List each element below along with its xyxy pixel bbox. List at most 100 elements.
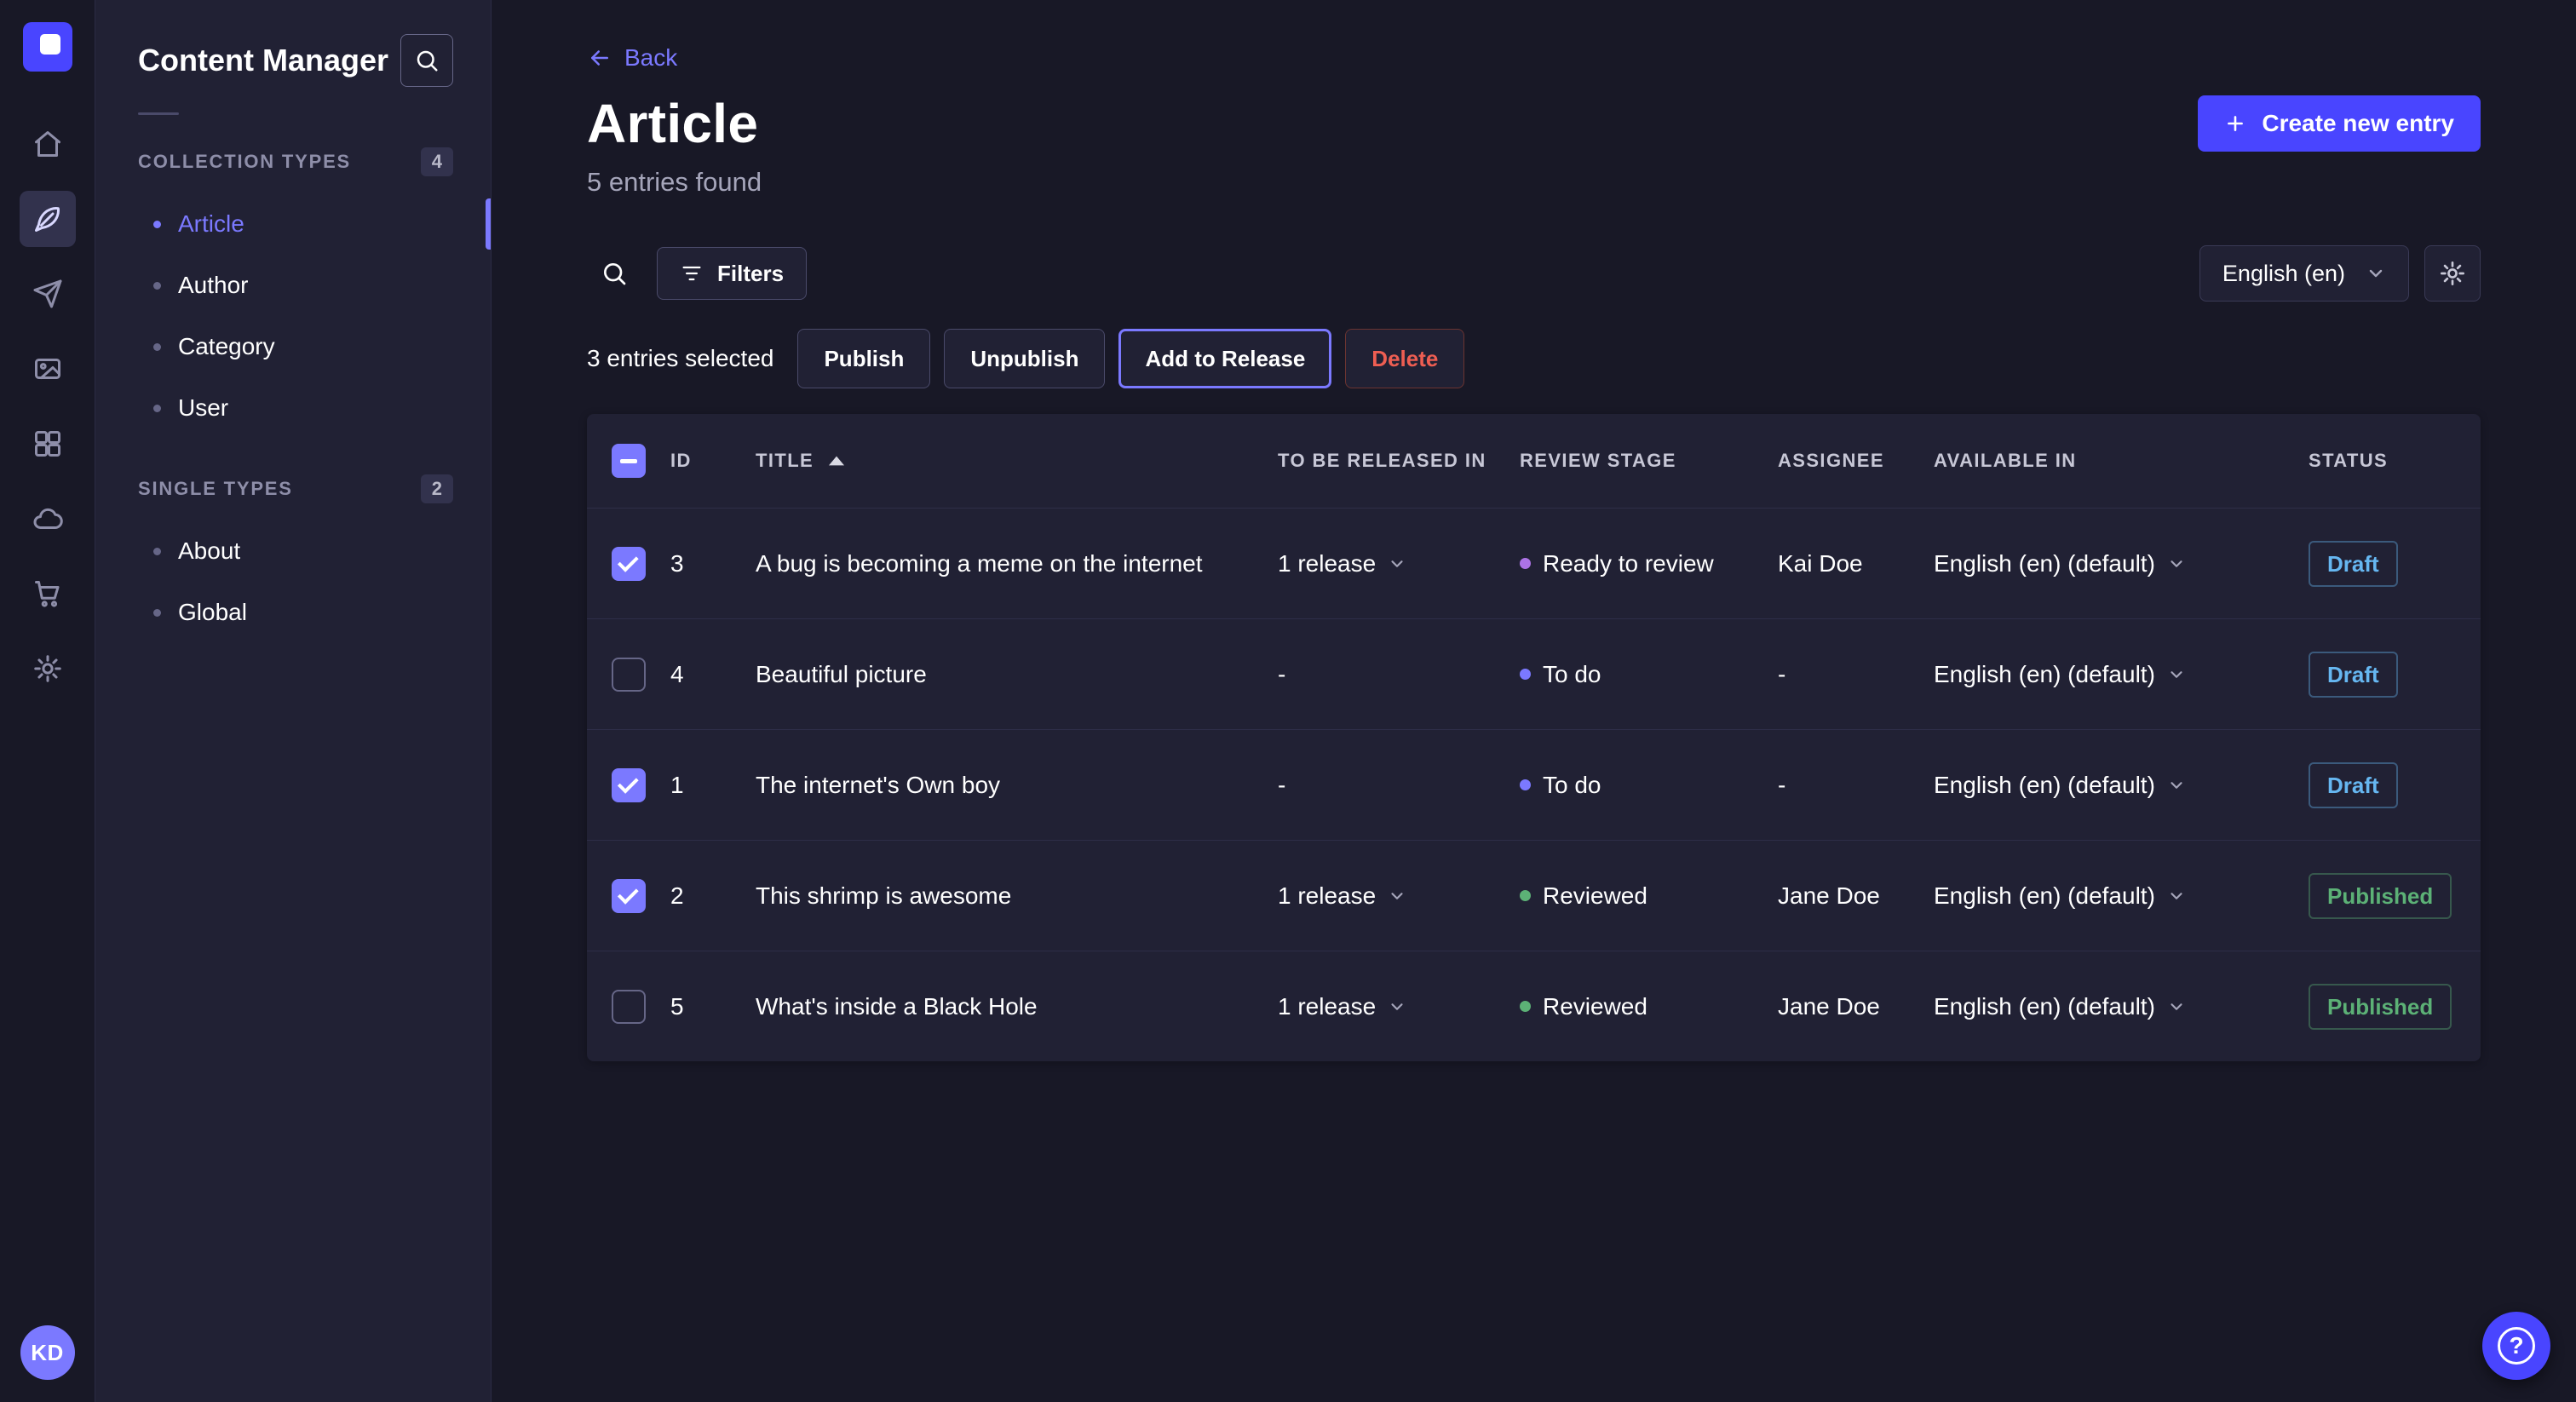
nav-home-button[interactable]: [20, 116, 76, 172]
help-button[interactable]: ?: [2482, 1312, 2550, 1380]
chevron-down-icon[interactable]: [1388, 887, 1406, 905]
stage-label: Reviewed: [1543, 882, 1647, 910]
user-avatar[interactable]: KD: [20, 1325, 75, 1380]
release-value: 1 release: [1278, 993, 1376, 1020]
column-header-available-in[interactable]: AVAILABLE IN: [1934, 450, 2309, 472]
column-header-title-label: TITLE: [756, 450, 814, 472]
chevron-down-icon[interactable]: [2167, 887, 2186, 905]
column-header-id[interactable]: ID: [670, 450, 756, 472]
entries-search-button[interactable]: [587, 246, 641, 301]
sidebar-item-author[interactable]: Author: [138, 255, 453, 316]
cell-status: Draft: [2309, 762, 2481, 808]
entries-count-text: 5 entries found: [587, 167, 762, 198]
sidebar-item-article[interactable]: Article: [138, 193, 453, 255]
table-header-row: ID TITLE TO BE RELEASED IN REVIEW STAGE …: [587, 414, 2481, 508]
chevron-down-icon[interactable]: [2167, 776, 2186, 795]
cell-title[interactable]: What's inside a Black Hole: [756, 993, 1278, 1020]
create-new-entry-button[interactable]: Create new entry: [2198, 95, 2481, 152]
chevron-down-icon[interactable]: [2167, 665, 2186, 684]
stage-dot: [1520, 779, 1531, 790]
cell-available-in[interactable]: English (en) (default): [1934, 993, 2309, 1020]
column-header-review-stage[interactable]: REVIEW STAGE: [1520, 450, 1778, 472]
sidebar-item-about[interactable]: About: [138, 520, 453, 582]
add-to-release-button[interactable]: Add to Release: [1118, 329, 1331, 388]
table-row[interactable]: 3 A bug is becoming a meme on the intern…: [587, 508, 2481, 618]
content-types-search-button[interactable]: [400, 34, 453, 87]
bullet-icon: [153, 343, 161, 351]
sidebar-item-global[interactable]: Global: [138, 582, 453, 643]
cell-review-stage: Reviewed: [1520, 993, 1778, 1020]
nav-marketplace-button[interactable]: [20, 566, 76, 622]
cell-available-in[interactable]: English (en) (default): [1934, 882, 2309, 910]
stage-label: To do: [1543, 661, 1601, 688]
nav-content-type-builder-button[interactable]: [20, 416, 76, 472]
cell-title[interactable]: Beautiful picture: [756, 661, 1278, 688]
status-badge: Draft: [2309, 541, 2398, 587]
sidebar-item-label: About: [178, 537, 240, 565]
cell-release[interactable]: 1 release: [1278, 550, 1520, 577]
stage-label: To do: [1543, 772, 1601, 799]
chevron-down-icon[interactable]: [2167, 554, 2186, 573]
filters-button[interactable]: Filters: [657, 247, 807, 300]
table-row[interactable]: 4 Beautiful picture - To do - English (e…: [587, 618, 2481, 729]
column-header-title[interactable]: TITLE: [756, 450, 1278, 472]
unpublish-button[interactable]: Unpublish: [944, 329, 1105, 388]
feather-icon: [32, 204, 63, 234]
available-in-value: English (en) (default): [1934, 993, 2155, 1020]
locale-select[interactable]: English (en): [2199, 245, 2409, 302]
collection-types-count-badge: 4: [421, 147, 453, 176]
nav-media-library-button[interactable]: [20, 341, 76, 397]
column-header-status[interactable]: STATUS: [2309, 450, 2481, 472]
chevron-down-icon[interactable]: [1388, 997, 1406, 1016]
sidebar-item-label: Category: [178, 333, 275, 360]
row-checkbox[interactable]: [612, 547, 646, 581]
delete-button[interactable]: Delete: [1345, 329, 1464, 388]
sidebar-item-user[interactable]: User: [138, 377, 453, 439]
cell-title[interactable]: This shrimp is awesome: [756, 882, 1278, 910]
nav-releases-button[interactable]: [20, 266, 76, 322]
cell-title[interactable]: A bug is becoming a meme on the internet: [756, 550, 1278, 577]
search-icon: [414, 48, 440, 73]
cell-assignee: -: [1778, 772, 1934, 799]
content-manager-sidebar: Content Manager COLLECTION TYPES 4 Artic…: [95, 0, 492, 1402]
nav-deploy-button[interactable]: [20, 491, 76, 547]
release-value: -: [1278, 661, 1285, 688]
cell-release[interactable]: 1 release: [1278, 882, 1520, 910]
table-row[interactable]: 1 The internet's Own boy - To do - Engli…: [587, 729, 2481, 840]
view-settings-button[interactable]: [2424, 245, 2481, 302]
back-link[interactable]: Back: [587, 44, 677, 72]
column-header-assignee[interactable]: ASSIGNEE: [1778, 450, 1934, 472]
sidebar-item-category[interactable]: Category: [138, 316, 453, 377]
cell-status: Published: [2309, 984, 2481, 1030]
table-row[interactable]: 2 This shrimp is awesome 1 release Revie…: [587, 840, 2481, 951]
sidebar-divider: [138, 112, 179, 115]
grid-icon: [32, 428, 63, 459]
chevron-down-icon[interactable]: [1388, 554, 1406, 573]
stage-label: Reviewed: [1543, 993, 1647, 1020]
publish-button[interactable]: Publish: [797, 329, 930, 388]
cell-available-in[interactable]: English (en) (default): [1934, 772, 2309, 799]
nav-settings-button[interactable]: [20, 641, 76, 697]
cell-status: Draft: [2309, 541, 2481, 587]
strapi-logo-glyph: [40, 34, 60, 55]
row-checkbox[interactable]: [612, 768, 646, 802]
cell-available-in[interactable]: English (en) (default): [1934, 661, 2309, 688]
stage-label: Ready to review: [1543, 550, 1714, 577]
nav-content-manager-button[interactable]: [20, 191, 76, 247]
cell-available-in[interactable]: English (en) (default): [1934, 550, 2309, 577]
locale-selected-value: English (en): [2222, 261, 2345, 287]
stage-dot: [1520, 890, 1531, 901]
column-header-release[interactable]: TO BE RELEASED IN: [1278, 450, 1520, 472]
row-checkbox[interactable]: [612, 990, 646, 1024]
release-value: 1 release: [1278, 882, 1376, 910]
cell-release[interactable]: -: [1278, 772, 1520, 799]
cell-title[interactable]: The internet's Own boy: [756, 772, 1278, 799]
row-checkbox[interactable]: [612, 879, 646, 913]
chevron-down-icon[interactable]: [2167, 997, 2186, 1016]
row-checkbox[interactable]: [612, 658, 646, 692]
cell-release[interactable]: 1 release: [1278, 993, 1520, 1020]
table-row[interactable]: 5 What's inside a Black Hole 1 release R…: [587, 951, 2481, 1061]
cell-release[interactable]: -: [1278, 661, 1520, 688]
strapi-logo[interactable]: [23, 22, 72, 72]
select-all-checkbox[interactable]: [612, 444, 646, 478]
